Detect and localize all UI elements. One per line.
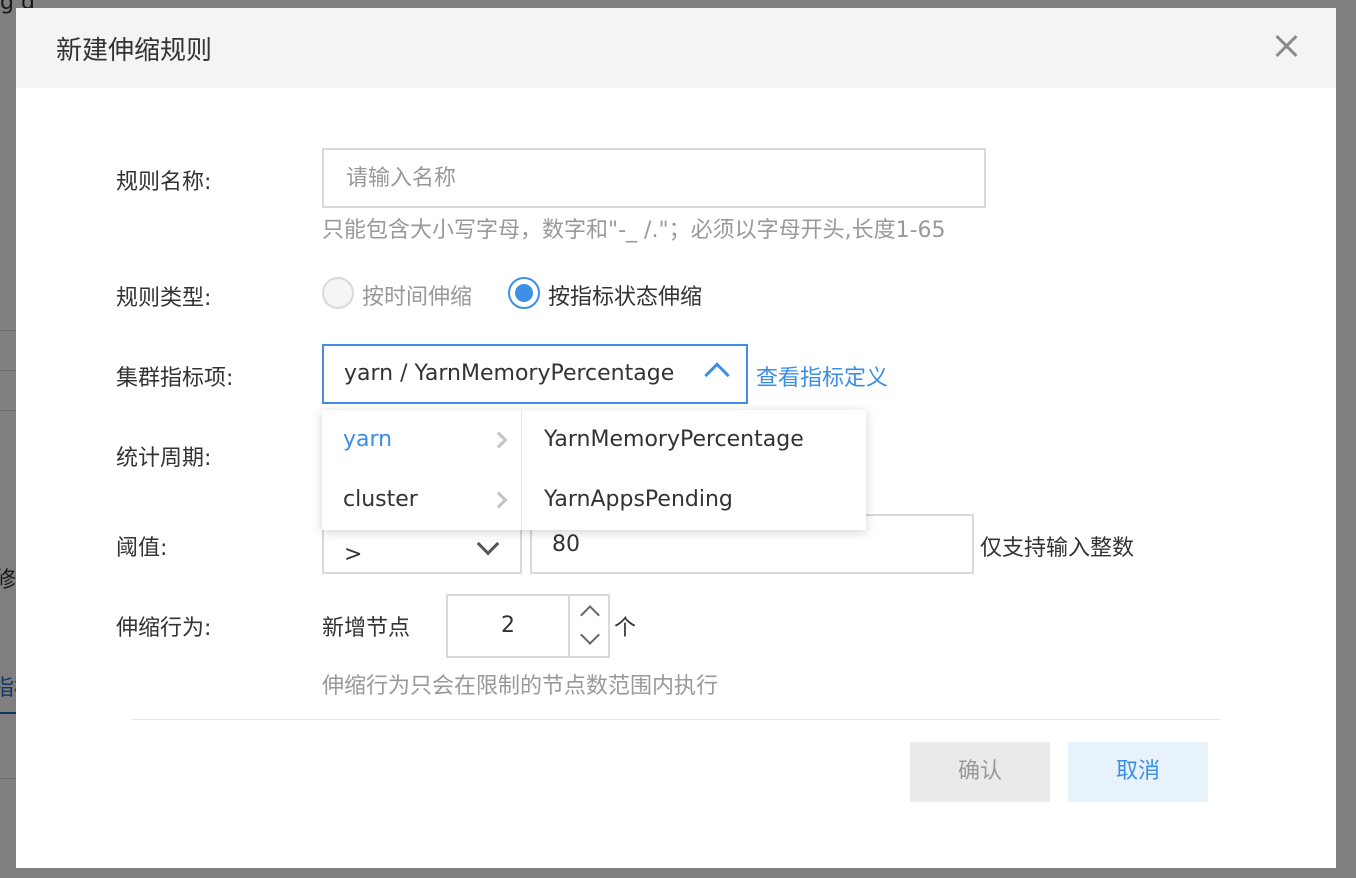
radio-metric-based-label[interactable]: 按指标状态伸缩 <box>548 279 702 311</box>
metric-label: 集群指标项: <box>116 366 234 391</box>
cascader-level1-menu: yarn cluster <box>322 410 522 530</box>
cascader-option-yarn-memory-percentage[interactable]: YarnMemoryPercentage <box>523 410 866 470</box>
cascader-option-cluster[interactable]: cluster <box>322 470 521 530</box>
cancel-button[interactable]: 取消 <box>1068 742 1208 802</box>
rule-type-label: 规则类型: <box>116 286 212 311</box>
chevron-right-icon <box>490 491 508 509</box>
view-metric-definition-link[interactable]: 查看指标定义 <box>756 360 888 392</box>
radio-time-based[interactable] <box>322 277 354 309</box>
add-nodes-label: 新增节点 <box>322 616 411 641</box>
threshold-label: 阈值: <box>116 536 168 561</box>
close-icon[interactable] <box>1268 28 1304 64</box>
node-count-value[interactable]: 2 <box>448 613 568 638</box>
increment-icon[interactable] <box>570 596 610 626</box>
cascader-option-yarn-apps-pending[interactable]: YarnAppsPending <box>523 470 866 530</box>
metric-select[interactable]: yarn / YarnMemoryPercentage <box>322 344 748 404</box>
metric-cascader-dropdown: yarn cluster YarnMemoryPercentage YarnAp… <box>322 410 866 530</box>
chevron-down-icon <box>476 532 500 556</box>
scaling-action-hint: 伸缩行为只会在限制的节点数范围内执行 <box>322 674 719 699</box>
node-count-stepper[interactable]: 2 <box>446 594 610 658</box>
cascader-option-label: YarnMemoryPercentage <box>544 427 804 452</box>
confirm-button[interactable]: 确认 <box>910 742 1050 802</box>
threshold-operator-value: > <box>344 542 363 567</box>
scaling-action-label: 伸缩行为: <box>116 616 212 641</box>
rule-name-label: 规则名称: <box>116 170 212 195</box>
radio-metric-based[interactable] <box>508 277 540 309</box>
decrement-icon[interactable] <box>570 626 610 656</box>
node-count-unit: 个 <box>614 616 637 641</box>
radio-time-based-label[interactable]: 按时间伸缩 <box>362 279 472 311</box>
cascader-option-label: YarnAppsPending <box>544 487 733 512</box>
dialog-header: 新建伸缩规则 <box>16 8 1336 88</box>
cascader-option-label: yarn <box>343 427 393 452</box>
chevron-right-icon <box>490 431 508 449</box>
metric-select-value: yarn / YarnMemoryPercentage <box>344 361 675 386</box>
rule-name-input[interactable] <box>322 148 986 208</box>
rule-name-hint: 只能包含大小写字母，数字和"-_ /."；必须以字母开头,长度1-65 <box>322 218 946 243</box>
new-scaling-rule-dialog: 新建伸缩规则 规则名称: 只能包含大小写字母，数字和"-_ /."；必须以字母开… <box>16 8 1336 868</box>
threshold-note: 仅支持输入整数 <box>980 536 1135 561</box>
cascader-option-label: cluster <box>343 487 418 512</box>
cascader-option-yarn[interactable]: yarn <box>322 410 521 470</box>
footer-divider <box>132 719 1220 720</box>
chevron-up-icon <box>704 362 730 388</box>
period-label: 统计周期: <box>116 446 212 471</box>
dialog-title: 新建伸缩规则 <box>56 36 213 66</box>
cascader-level2-menu: YarnMemoryPercentage YarnAppsPending <box>523 410 866 530</box>
